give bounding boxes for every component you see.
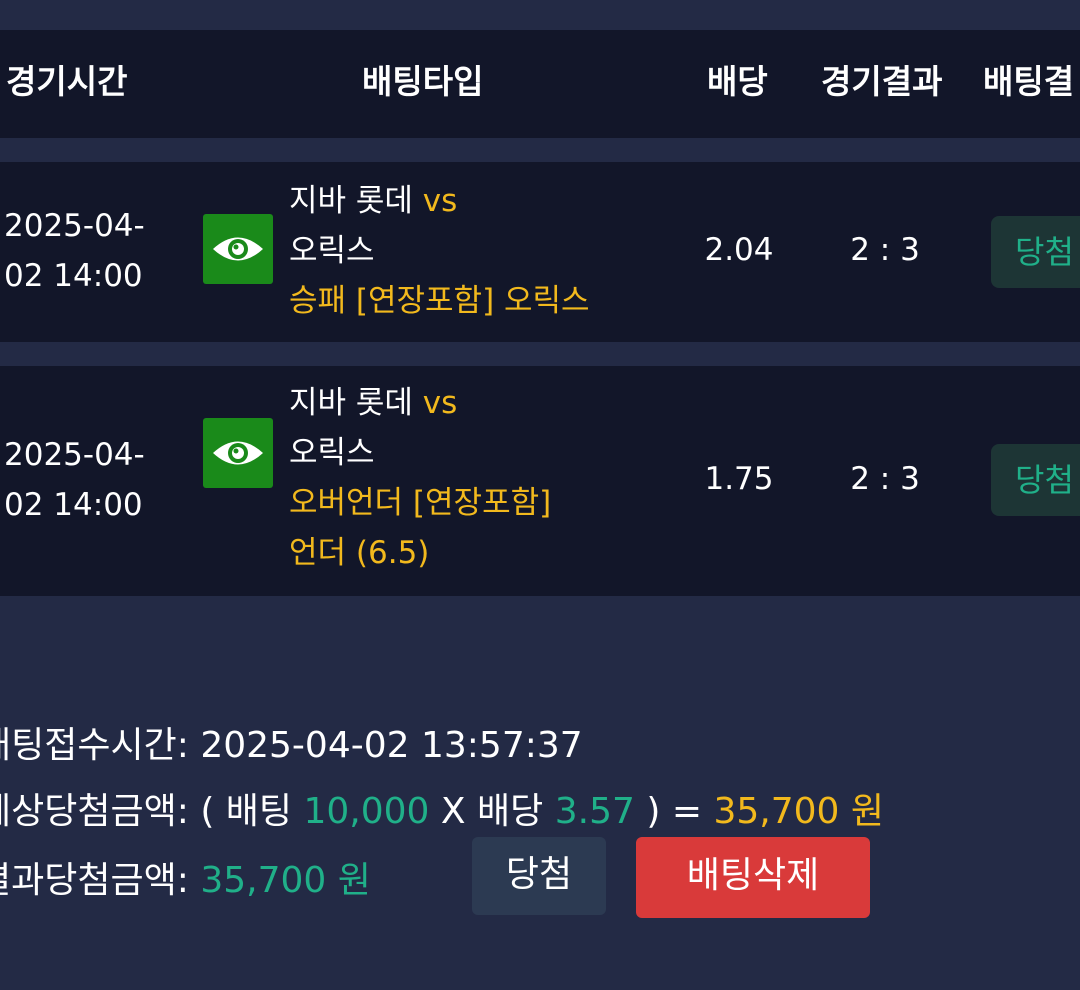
result-badge: 당첨 <box>991 216 1080 288</box>
bet-selection: 승패 [연장포함] 오릭스 <box>289 283 590 319</box>
header-bet-type: 배팅타입 <box>362 62 484 101</box>
table-row: 2025-04- 02 14:00 지바 롯데 vs 오릭스 승패 [연장포함]… <box>0 162 1080 342</box>
header-game-time: 경기시간 <box>6 62 128 101</box>
header-game-result: 경기결과 <box>821 62 943 101</box>
team-home: 지바 롯데 <box>289 385 413 421</box>
odds-value: 1.75 <box>704 461 774 497</box>
expected-close: ) = <box>646 791 702 832</box>
match-info: 지바 롯데 vs 오릭스 오버언더 [연장포함] 언더 (6.5) <box>289 378 551 578</box>
odds-value: 2.04 <box>704 232 774 268</box>
actual-win-value: 35,700 원 <box>200 860 371 901</box>
table-header: 경기시간 배팅타입 배당 경기결과 배팅결 <box>0 30 1080 138</box>
result-badge: 당첨 <box>991 444 1080 516</box>
delete-bet-button[interactable]: 배팅삭제 <box>636 837 870 918</box>
win-status-button[interactable]: 당첨 <box>472 837 606 915</box>
bet-received-time: 배팅접수시간: 2025-04-02 13:57:37 <box>0 716 583 768</box>
bet-amount: 10,000 <box>303 791 430 832</box>
times-odds-label: X 배당 <box>440 791 544 832</box>
bet-received-label: 배팅접수시간: <box>0 725 189 766</box>
team-home: 지바 롯데 <box>289 183 413 219</box>
actual-win-amount: 결과당첨금액: 35,700 원 <box>0 851 371 903</box>
eye-icon[interactable] <box>203 418 273 488</box>
game-date: 2025-04- 02 14:00 <box>4 201 164 301</box>
score-value: 2 : 3 <box>850 232 920 268</box>
game-date-line1: 2025-04- <box>4 437 145 473</box>
vs-label: vs <box>422 183 458 219</box>
game-date-line1: 2025-04- <box>4 208 145 244</box>
game-date: 2025-04- 02 14:00 <box>4 430 164 530</box>
expected-win-label: 예상당첨금액: <box>0 791 189 832</box>
bet-selection-detail: 언더 (6.5) <box>289 535 430 571</box>
expected-win-value: 35,700 원 <box>713 791 884 832</box>
expected-win-amount: 예상당첨금액: ( 배팅 10,000 X 배당 3.57 ) = 35,700… <box>0 782 884 834</box>
vs-label: vs <box>422 385 458 421</box>
game-date-line2: 02 14:00 <box>4 258 143 294</box>
eye-icon[interactable] <box>203 214 273 284</box>
game-date-line2: 02 14:00 <box>4 487 143 523</box>
expected-open: ( 배팅 <box>200 791 293 832</box>
table-row: 2025-04- 02 14:00 지바 롯데 vs 오릭스 오버언더 [연장포… <box>0 366 1080 596</box>
header-bet-result: 배팅결 <box>983 62 1075 101</box>
team-away: 오릭스 <box>289 435 375 471</box>
score-value: 2 : 3 <box>850 461 920 497</box>
actual-win-label: 결과당첨금액: <box>0 860 189 901</box>
match-info: 지바 롯데 vs 오릭스 승패 [연장포함] 오릭스 <box>289 176 590 326</box>
bet-selection: 오버언더 [연장포함] <box>289 485 552 521</box>
bet-received-value: 2025-04-02 13:57:37 <box>200 725 583 766</box>
team-away: 오릭스 <box>289 233 375 269</box>
total-odds: 3.57 <box>554 791 635 832</box>
header-odds: 배당 <box>707 62 768 101</box>
